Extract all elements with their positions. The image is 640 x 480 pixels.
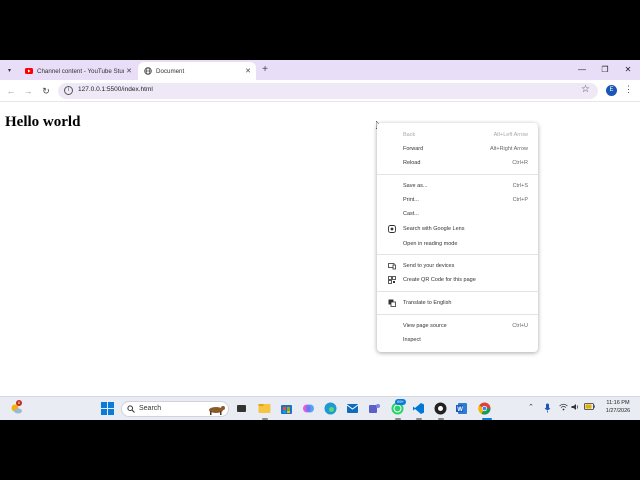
globe-icon xyxy=(144,67,152,75)
whatsapp-icon[interactable]: 99+ xyxy=(391,399,406,415)
menu-item-back[interactable]: Back Alt+Left Arrow xyxy=(377,129,538,141)
close-window-button[interactable]: ✕ xyxy=(621,63,635,76)
menu-item-send-to-devices[interactable]: Send to your devices xyxy=(377,260,538,272)
menu-separator xyxy=(377,254,538,255)
wifi-icon[interactable] xyxy=(559,403,568,413)
menu-item-view-page-source[interactable]: View page source Ctrl+U xyxy=(377,320,538,332)
close-tab-icon[interactable]: ✕ xyxy=(124,67,134,75)
reload-button[interactable]: ↻ xyxy=(39,84,53,98)
menu-item-reload[interactable]: Reload Ctrl+R xyxy=(377,157,538,169)
clock-date: 1/27/2026 xyxy=(605,408,631,414)
weather-widget-icon[interactable]: 6 xyxy=(10,400,23,415)
clock-time: 11:16 PM xyxy=(606,400,630,406)
address-bar[interactable]: i 127.0.0.1:5500/index.html ☆ xyxy=(58,83,598,99)
close-tab-icon[interactable]: ✕ xyxy=(243,67,253,75)
running-indicator xyxy=(262,418,268,420)
chevron-up-icon[interactable]: ⌃ xyxy=(528,403,534,411)
menu-item-search-google-lens[interactable]: Search with Google Lens xyxy=(377,223,538,235)
search-highlight-icon xyxy=(209,406,225,415)
file-explorer-icon[interactable] xyxy=(258,402,271,415)
tab-strip: ▾ Channel content - YouTube Studio ✕ Doc… xyxy=(0,60,640,80)
microsoft-store-icon[interactable] xyxy=(280,402,293,415)
chrome-icon[interactable] xyxy=(478,402,491,415)
new-tab-button[interactable]: + xyxy=(259,63,271,76)
menu-item-print[interactable]: Print... Ctrl+P xyxy=(377,194,538,206)
menu-item-reading-mode[interactable]: Open in reading mode xyxy=(377,238,538,250)
svg-text:W: W xyxy=(457,407,463,413)
running-indicator xyxy=(416,418,422,420)
teams-icon[interactable] xyxy=(368,402,381,415)
forward-button[interactable]: → xyxy=(21,84,35,98)
context-menu: Back Alt+Left Arrow Forward Alt+Right Arro… xyxy=(377,123,538,352)
menu-item-cast[interactable]: Cast... xyxy=(377,208,538,220)
volume-icon[interactable] xyxy=(571,403,580,413)
battery-icon[interactable] xyxy=(584,403,595,412)
translate-icon xyxy=(388,299,396,307)
tab-search-button[interactable]: ▾ xyxy=(3,64,16,77)
menu-item-translate[interactable]: Translate to English xyxy=(377,297,538,309)
word-icon[interactable]: W xyxy=(455,402,468,415)
site-info-icon[interactable]: i xyxy=(64,86,73,95)
screen: ▾ Channel content - YouTube Studio ✕ Doc… xyxy=(0,60,640,420)
youtube-icon xyxy=(25,67,33,75)
bookmark-star-icon[interactable]: ☆ xyxy=(581,84,590,95)
menu-item-inspect[interactable]: Inspect xyxy=(377,334,538,346)
taskbar-search-box[interactable]: Search xyxy=(121,401,229,417)
browser-toolbar: ← → ↻ i 127.0.0.1:5500/index.html ☆ E ⋮ xyxy=(0,80,640,102)
page-heading: Hello world xyxy=(5,114,81,130)
task-view-icon[interactable] xyxy=(235,402,248,415)
profile-avatar[interactable]: E xyxy=(606,85,617,96)
menu-item-create-qr-code[interactable]: Create QR Code for this page xyxy=(377,274,538,286)
edge-icon[interactable] xyxy=(324,402,337,415)
microphone-icon[interactable] xyxy=(544,403,551,415)
tab-document[interactable]: Document ✕ xyxy=(138,62,256,80)
whatsapp-badge: 99+ xyxy=(395,399,406,405)
page-content: Hello world xyxy=(0,103,640,396)
menu-separator xyxy=(377,291,538,292)
system-clock[interactable]: 11:16 PM 1/27/2026 xyxy=(600,399,636,415)
github-icon[interactable] xyxy=(434,402,447,415)
active-indicator xyxy=(482,418,492,420)
taskbar: 6 Search 99+ W ⌃ 11:16 PM 1/27/2026 xyxy=(0,396,640,420)
tab-title: Channel content - YouTube Studio xyxy=(37,67,124,75)
qr-code-icon xyxy=(388,276,396,284)
copilot-icon[interactable] xyxy=(302,402,315,415)
windows-start-icon[interactable] xyxy=(101,402,114,415)
weather-badge: 6 xyxy=(16,400,22,406)
vscode-icon[interactable] xyxy=(412,402,425,415)
devices-icon xyxy=(388,262,396,270)
menu-item-forward[interactable]: Forward Alt+Right Arrow xyxy=(377,143,538,155)
lens-icon xyxy=(388,225,396,233)
chevron-down-icon: ▾ xyxy=(7,68,11,74)
search-icon xyxy=(127,405,135,413)
outlook-icon[interactable] xyxy=(346,402,359,415)
running-indicator xyxy=(395,418,401,420)
url-text[interactable]: 127.0.0.1:5500/index.html xyxy=(78,86,153,93)
search-label: Search xyxy=(139,405,162,412)
menu-separator xyxy=(377,174,538,175)
more-menu-icon[interactable]: ⋮ xyxy=(624,84,633,95)
tab-youtube-studio[interactable]: Channel content - YouTube Studio ✕ xyxy=(19,62,137,80)
menu-item-save-as[interactable]: Save as... Ctrl+S xyxy=(377,180,538,192)
tab-title: Document xyxy=(156,67,185,75)
running-indicator xyxy=(438,418,444,420)
restore-button[interactable]: ❐ xyxy=(598,63,612,76)
back-button[interactable]: ← xyxy=(4,84,18,98)
minimize-button[interactable]: — xyxy=(575,63,589,76)
menu-separator xyxy=(377,314,538,315)
